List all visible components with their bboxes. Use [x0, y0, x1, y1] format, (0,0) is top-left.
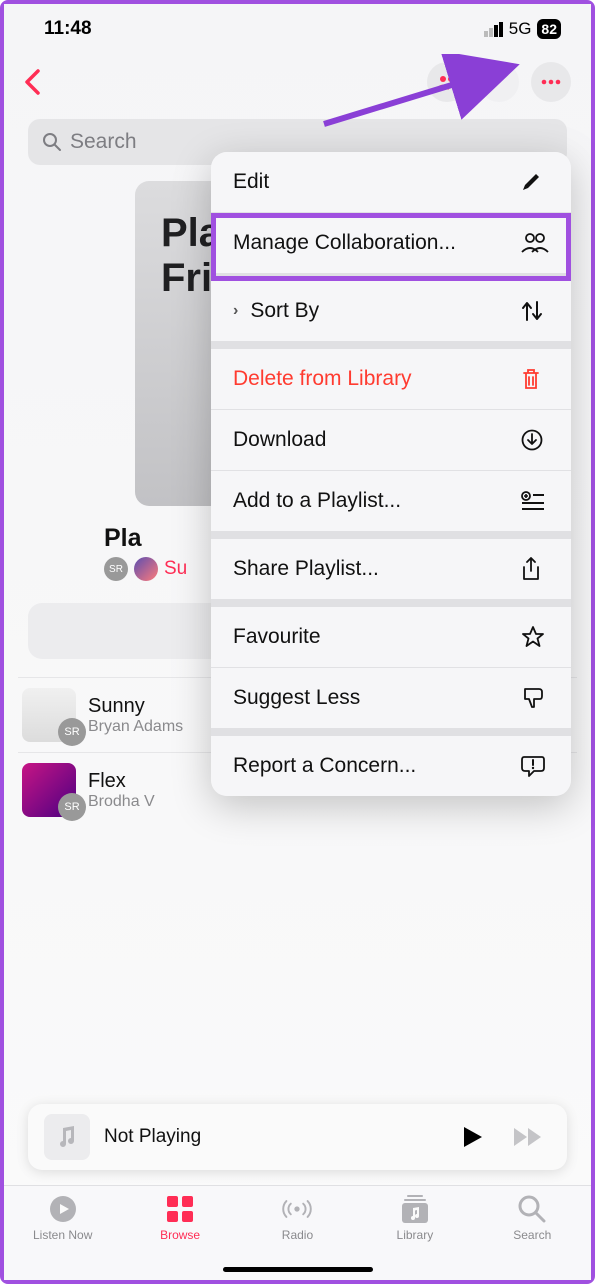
menu-share-playlist[interactable]: Share Playlist... [211, 539, 571, 607]
collaborators-button[interactable] [427, 62, 467, 102]
status-bar: 11:48 5G 82 [4, 4, 591, 54]
menu-favourite[interactable]: Favourite [211, 607, 571, 668]
star-icon [521, 625, 549, 649]
search-placeholder: Search [70, 130, 137, 154]
playlist-subtitle[interactable]: Su [164, 558, 187, 580]
menu-report-concern[interactable]: Report a Concern... [211, 736, 571, 796]
menu-edit[interactable]: Edit [211, 152, 571, 213]
menu-manage-collaboration[interactable]: Manage Collaboration... [211, 213, 571, 281]
forward-button[interactable] [505, 1127, 551, 1147]
avatar: SR [58, 718, 86, 746]
download-icon [521, 429, 549, 451]
share-icon [521, 557, 549, 581]
thumbs-down-icon [521, 687, 549, 709]
now-playing-bar[interactable]: Not Playing [28, 1104, 567, 1170]
avatar [134, 557, 158, 581]
tab-browse[interactable]: Browse [121, 1194, 238, 1280]
library-icon [400, 1194, 430, 1224]
avatar: SR [104, 557, 128, 581]
grid-icon [165, 1194, 195, 1224]
menu-suggest-less[interactable]: Suggest Less [211, 668, 571, 736]
tab-bar: Listen Now Browse Radio Library Search [4, 1185, 591, 1280]
nav-action-button[interactable] [479, 62, 519, 102]
radio-icon [282, 1194, 312, 1224]
now-playing-title: Not Playing [104, 1126, 441, 1148]
menu-download[interactable]: Download [211, 410, 571, 471]
chevron-right-icon: › [233, 302, 238, 320]
song-artwork: SR [22, 688, 76, 742]
sort-icon [521, 300, 549, 322]
report-icon [521, 755, 549, 777]
back-button[interactable] [24, 69, 40, 95]
home-indicator[interactable] [223, 1267, 373, 1272]
more-button[interactable] [531, 62, 571, 102]
search-icon [517, 1194, 547, 1224]
play-button[interactable] [455, 1126, 491, 1148]
song-artwork: SR [22, 763, 76, 817]
tab-listen-now[interactable]: Listen Now [4, 1194, 121, 1280]
pencil-icon [521, 172, 549, 192]
play-circle-icon [48, 1194, 78, 1224]
battery-icon: 82 [537, 19, 561, 39]
menu-sort-by[interactable]: ›Sort By [211, 281, 571, 349]
nav-bar [4, 54, 591, 109]
people-icon [521, 233, 549, 253]
status-time: 11:48 [44, 18, 92, 40]
signal-icon [484, 22, 503, 37]
network-label: 5G [509, 19, 532, 39]
search-icon [42, 132, 62, 152]
menu-add-to-playlist[interactable]: Add to a Playlist... [211, 471, 571, 539]
menu-delete-from-library[interactable]: Delete from Library [211, 349, 571, 410]
trash-icon [521, 368, 549, 390]
avatar: SR [58, 793, 86, 821]
tab-search[interactable]: Search [474, 1194, 591, 1280]
context-menu: Edit Manage Collaboration... ›Sort By De… [211, 152, 571, 796]
add-to-list-icon [521, 491, 549, 511]
music-note-icon [44, 1114, 90, 1160]
tab-library[interactable]: Library [356, 1194, 473, 1280]
